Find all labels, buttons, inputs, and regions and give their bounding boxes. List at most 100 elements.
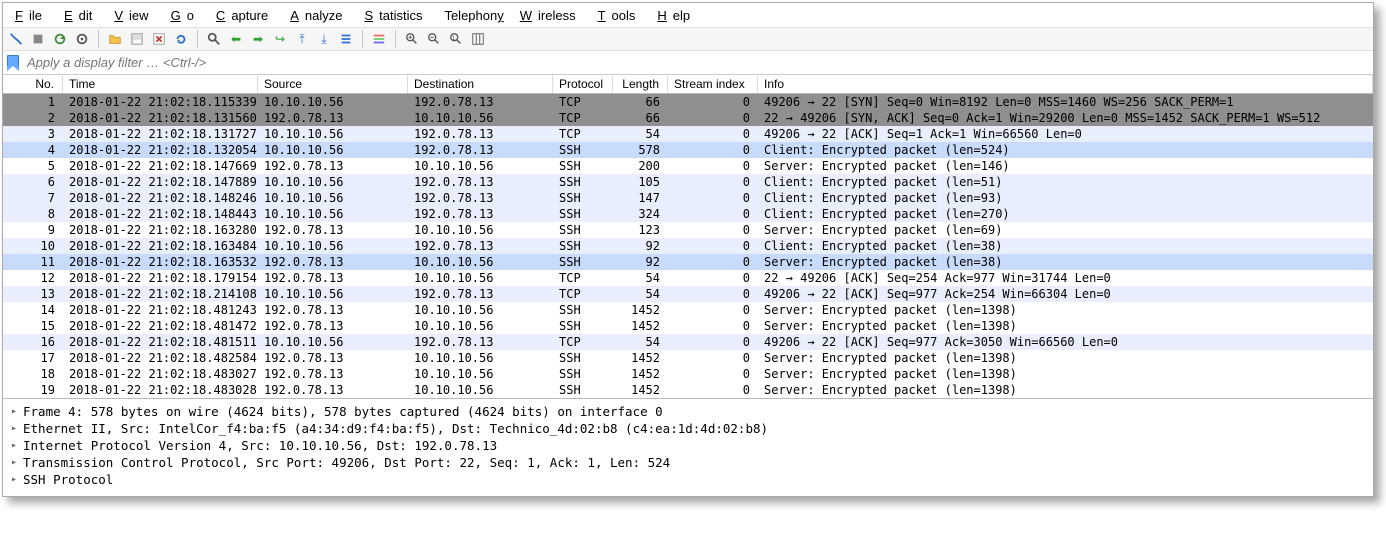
toolbar-separator [197,30,198,48]
go-forward-icon[interactable]: ➡ [249,30,267,48]
cell-stream: 0 [668,366,758,382]
packet-details[interactable]: ▸ Frame 4: 578 bytes on wire (4624 bits)… [3,399,1373,496]
cell-source: 10.10.10.56 [258,334,408,350]
reload-file-icon[interactable] [172,30,190,48]
auto-scroll-icon[interactable] [337,30,355,48]
detail-ethernet[interactable]: ▸ Ethernet II, Src: IntelCor_f4:ba:f5 (a… [9,420,1367,437]
packet-row[interactable]: 102018-01-22 21:02:18.16348410.10.10.561… [3,238,1373,254]
cell-stream: 0 [668,334,758,350]
display-filter-input[interactable] [23,53,1369,72]
go-back-icon[interactable]: ⬅ [227,30,245,48]
zoom-in-icon[interactable] [403,30,421,48]
find-packet-icon[interactable] [205,30,223,48]
packet-row[interactable]: 62018-01-22 21:02:18.14788910.10.10.5619… [3,174,1373,190]
col-header-source[interactable]: Source [258,75,408,93]
packet-row[interactable]: 112018-01-22 21:02:18.163532192.0.78.131… [3,254,1373,270]
cell-time: 2018-01-22 21:02:18.163280 [63,222,258,238]
packet-list[interactable]: No. Time Source Destination Protocol Len… [3,75,1373,399]
resize-columns-icon[interactable] [469,30,487,48]
menu-statistics[interactable]: Statistics [358,6,434,25]
detail-frame[interactable]: ▸ Frame 4: 578 bytes on wire (4624 bits)… [9,403,1367,420]
cell-length: 1452 [613,350,668,366]
packet-row[interactable]: 42018-01-22 21:02:18.13205410.10.10.5619… [3,142,1373,158]
start-capture-icon[interactable] [7,30,25,48]
expand-icon[interactable]: ▸ [9,458,19,468]
cell-info: 22 → 49206 [ACK] Seq=254 Ack=977 Win=317… [758,270,1373,286]
detail-tcp[interactable]: ▸ Transmission Control Protocol, Src Por… [9,454,1367,471]
col-header-time[interactable]: Time [63,75,258,93]
detail-ssh[interactable]: ▸ SSH Protocol [9,471,1367,488]
packet-row[interactable]: 142018-01-22 21:02:18.481243192.0.78.131… [3,302,1373,318]
colorize-icon[interactable] [370,30,388,48]
cell-proto: SSH [553,366,613,382]
close-file-icon[interactable] [150,30,168,48]
col-header-length[interactable]: Length [613,75,668,93]
cell-proto: SSH [553,190,613,206]
menu-view[interactable]: View [108,6,160,25]
cell-no: 18 [3,366,63,382]
stop-capture-icon[interactable] [29,30,47,48]
menu-capture[interactable]: Capture [210,6,280,25]
cell-dest: 10.10.10.56 [408,254,553,270]
open-file-icon[interactable] [106,30,124,48]
detail-ip[interactable]: ▸ Internet Protocol Version 4, Src: 10.1… [9,437,1367,454]
packet-row[interactable]: 12018-01-22 21:02:18.11533910.10.10.5619… [3,94,1373,110]
menu-telephony[interactable]: Telephony [438,6,509,25]
col-header-info[interactable]: Info [758,75,1373,93]
cell-source: 192.0.78.13 [258,382,408,398]
expand-icon[interactable]: ▸ [9,424,19,434]
packet-row[interactable]: 162018-01-22 21:02:18.48151110.10.10.561… [3,334,1373,350]
cell-no: 9 [3,222,63,238]
packet-row[interactable]: 192018-01-22 21:02:18.483028192.0.78.131… [3,382,1373,398]
packet-row[interactable]: 22018-01-22 21:02:18.131560192.0.78.1310… [3,110,1373,126]
packet-row[interactable]: 132018-01-22 21:02:18.21410810.10.10.561… [3,286,1373,302]
col-header-no[interactable]: No. [3,75,63,93]
cell-dest: 192.0.78.13 [408,190,553,206]
packet-row[interactable]: 92018-01-22 21:02:18.163280192.0.78.1310… [3,222,1373,238]
expand-icon[interactable]: ▸ [9,441,19,451]
cell-time: 2018-01-22 21:02:18.131560 [63,110,258,126]
packet-row[interactable]: 52018-01-22 21:02:18.147669192.0.78.1310… [3,158,1373,174]
goto-last-icon[interactable]: ⤓ [315,30,333,48]
cell-stream: 0 [668,286,758,302]
menu-edit[interactable]: Edit [58,6,104,25]
packet-row[interactable]: 32018-01-22 21:02:18.13172710.10.10.5619… [3,126,1373,142]
zoom-out-icon[interactable] [425,30,443,48]
cell-length: 1452 [613,366,668,382]
menu-file[interactable]: File [9,6,54,25]
cell-time: 2018-01-22 21:02:18.481511 [63,334,258,350]
menu-tools[interactable]: Tools [592,6,648,25]
zoom-reset-icon[interactable]: 1 [447,30,465,48]
cell-proto: SSH [553,206,613,222]
col-header-proto[interactable]: Protocol [553,75,613,93]
menu-analyze[interactable]: Analyze [284,6,354,25]
packet-row[interactable]: 182018-01-22 21:02:18.483027192.0.78.131… [3,366,1373,382]
menu-help[interactable]: Help [651,6,702,25]
menu-go[interactable]: Go [165,6,206,25]
capture-options-icon[interactable] [73,30,91,48]
expand-icon[interactable]: ▸ [9,407,19,417]
packet-list-header[interactable]: No. Time Source Destination Protocol Len… [3,75,1373,94]
menu-wireless[interactable]: Wireless [514,6,588,25]
cell-time: 2018-01-22 21:02:18.481472 [63,318,258,334]
packet-row[interactable]: 152018-01-22 21:02:18.481472192.0.78.131… [3,318,1373,334]
cell-length: 54 [613,270,668,286]
expand-icon[interactable]: ▸ [9,475,19,485]
cell-time: 2018-01-22 21:02:18.179154 [63,270,258,286]
col-header-stream[interactable]: Stream index [668,75,758,93]
goto-packet-icon[interactable]: ↪ [271,30,289,48]
packet-row[interactable]: 72018-01-22 21:02:18.14824610.10.10.5619… [3,190,1373,206]
restart-capture-icon[interactable] [51,30,69,48]
cell-time: 2018-01-22 21:02:18.147889 [63,174,258,190]
packet-row[interactable]: 82018-01-22 21:02:18.14844310.10.10.5619… [3,206,1373,222]
cell-stream: 0 [668,94,758,110]
filter-bookmark-icon[interactable] [7,55,19,71]
cell-dest: 10.10.10.56 [408,302,553,318]
col-header-dest[interactable]: Destination [408,75,553,93]
packet-row[interactable]: 172018-01-22 21:02:18.482584192.0.78.131… [3,350,1373,366]
save-file-icon[interactable] [128,30,146,48]
cell-proto: SSH [553,302,613,318]
goto-first-icon[interactable]: ⤒ [293,30,311,48]
packet-row[interactable]: 122018-01-22 21:02:18.179154192.0.78.131… [3,270,1373,286]
cell-source: 192.0.78.13 [258,366,408,382]
